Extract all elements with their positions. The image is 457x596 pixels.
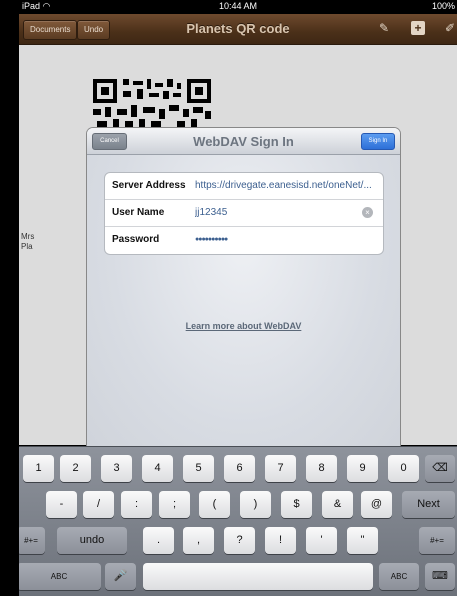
next-button[interactable]: Next	[402, 491, 455, 518]
brush-icon[interactable]: ✎	[377, 21, 391, 35]
server-address-row[interactable]: Server Address https://drivegate.eanesis…	[105, 173, 383, 200]
user-name-field[interactable]: jj12345	[195, 207, 377, 218]
abc-key-left[interactable]: ABC	[19, 563, 101, 590]
undo-key[interactable]: undo	[57, 527, 127, 554]
key-comma[interactable]: ,	[183, 527, 214, 554]
key-7[interactable]: 7	[265, 455, 296, 482]
key-9[interactable]: 9	[347, 455, 378, 482]
key-close-paren[interactable]: )	[240, 491, 271, 518]
qr-code-image	[93, 79, 211, 127]
password-label: Password	[112, 234, 160, 245]
space-bar[interactable]	[143, 563, 373, 590]
key-5[interactable]: 5	[183, 455, 214, 482]
sign-in-button[interactable]: Sign In	[361, 133, 395, 150]
key-3[interactable]: 3	[101, 455, 132, 482]
key-6[interactable]: 6	[224, 455, 255, 482]
tools-icon[interactable]: ✐	[443, 21, 457, 35]
learn-more-link[interactable]: Learn more about WebDAV	[87, 321, 400, 331]
abc-key-right[interactable]: ABC	[379, 563, 419, 590]
status-bar: iPad ◠ 10:44 AM 100%	[19, 0, 457, 14]
microphone-icon[interactable]: 🎤	[105, 563, 136, 590]
key-quote[interactable]: "	[347, 527, 378, 554]
sign-in-form: Server Address https://drivegate.eanesis…	[104, 172, 384, 255]
key-2[interactable]: 2	[60, 455, 91, 482]
key-open-paren[interactable]: (	[199, 491, 230, 518]
key-semicolon[interactable]: ;	[159, 491, 190, 518]
key-question[interactable]: ?	[224, 527, 255, 554]
clear-text-icon[interactable]: ×	[362, 207, 373, 218]
user-name-label: User Name	[112, 207, 165, 218]
hide-keyboard-icon[interactable]: ⌨	[425, 563, 455, 590]
key-apostrophe[interactable]: '	[306, 527, 337, 554]
status-time: 10:44 AM	[218, 1, 258, 11]
server-address-field[interactable]: https://drivegate.eanesisd.net/oneNet/..…	[195, 180, 377, 191]
ipad-screen: iPad ◠ 10:44 AM 100% Documents Undo Plan…	[19, 0, 457, 596]
battery-indicator: 100%	[431, 1, 455, 11]
user-name-row[interactable]: User Name jj12345 ×	[105, 200, 383, 227]
key-more-symbols-left[interactable]: #+=	[19, 527, 45, 554]
key-4[interactable]: 4	[142, 455, 173, 482]
webdav-sign-in-dialog: Cancel WebDAV Sign In Sign In Server Add…	[87, 128, 400, 458]
dialog-navbar: Cancel WebDAV Sign In Sign In	[87, 128, 400, 155]
key-0[interactable]: 0	[388, 455, 419, 482]
password-row[interactable]: Password ●●●●●●●●●●	[105, 227, 383, 253]
document-text: Mrs Pla	[21, 232, 35, 251]
document-title: Planets QR code	[186, 21, 290, 36]
add-icon[interactable]: +	[411, 21, 425, 35]
app-toolbar: Documents Undo Planets QR code ✎ + ✐	[19, 14, 457, 45]
onscreen-keyboard: 1 2 3 4 5 6 7 8 9 0 ⌫ - / : ; ( ) $ & @ …	[19, 446, 457, 596]
backspace-icon[interactable]: ⌫	[425, 455, 455, 482]
key-ampersand[interactable]: &	[322, 491, 353, 518]
key-1[interactable]: 1	[23, 455, 54, 482]
password-field[interactable]: ●●●●●●●●●●	[195, 236, 377, 243]
key-8[interactable]: 8	[306, 455, 337, 482]
key-dash[interactable]: -	[46, 491, 77, 518]
key-colon[interactable]: :	[121, 491, 152, 518]
key-exclamation[interactable]: !	[265, 527, 296, 554]
key-period[interactable]: .	[143, 527, 174, 554]
key-more-symbols-right[interactable]: #+=	[419, 527, 455, 554]
key-dollar[interactable]: $	[281, 491, 312, 518]
key-slash[interactable]: /	[83, 491, 114, 518]
dialog-title: WebDAV Sign In	[193, 134, 294, 149]
key-at[interactable]: @	[361, 491, 392, 518]
server-address-label: Server Address	[112, 180, 186, 191]
